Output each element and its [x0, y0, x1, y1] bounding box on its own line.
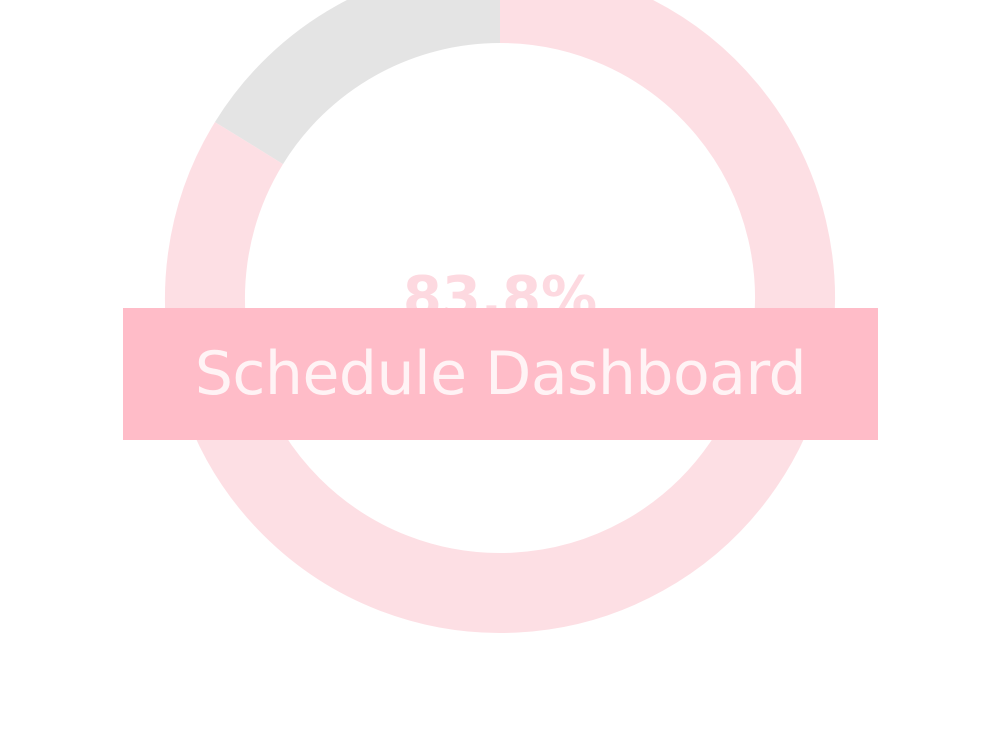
donut-remainder-segment [214, 0, 501, 165]
dashboard-stage: 83.8% Schedule Dashboard [0, 0, 1000, 750]
title-banner: Schedule Dashboard [123, 308, 878, 440]
dashboard-title: Schedule Dashboard [194, 339, 807, 409]
